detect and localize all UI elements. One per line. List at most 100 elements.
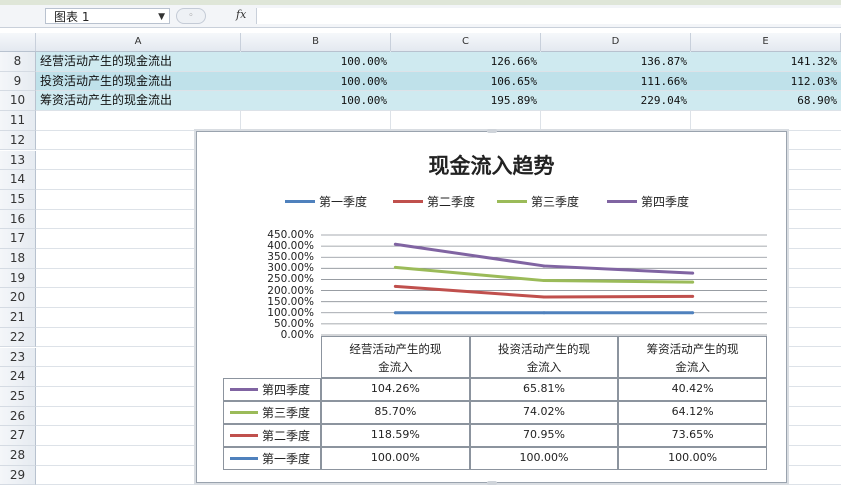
table-row: 筹资活动产生的现金流出 100.00% 195.89% 229.04% 68.90% <box>36 91 841 112</box>
data-point[interactable] <box>393 284 397 288</box>
select-all-corner[interactable] <box>0 33 36 51</box>
cell-value[interactable]: 195.89% <box>391 91 541 110</box>
name-box-value: 图表 1 <box>54 10 90 24</box>
legend-key-swatch <box>230 434 258 437</box>
data-table-value: 70.95% <box>469 424 619 447</box>
cell-value[interactable]: 100.00% <box>241 91 391 110</box>
formula-bar: 图表 1 ▼ ◦ fx <box>0 5 841 28</box>
row-header[interactable]: 16 <box>0 209 36 230</box>
formula-expand-button[interactable]: ◦ <box>176 8 206 24</box>
data-table-value: 64.12% <box>618 401 767 424</box>
cell-value[interactable]: 111.66% <box>541 72 691 91</box>
chart-title[interactable]: 现金流入趋势 <box>197 150 786 180</box>
legend-item[interactable]: 第一季度 <box>285 194 367 209</box>
category-label-line: 金流入 <box>378 360 413 374</box>
row-header[interactable]: 21 <box>0 308 36 328</box>
cell-row-label[interactable]: 投资活动产生的现金流出 <box>40 72 240 91</box>
row-header[interactable]: 10 <box>0 91 36 112</box>
y-tick-label: 250.00% <box>267 273 314 286</box>
column-header-e[interactable]: E <box>691 33 841 51</box>
chart-object[interactable]: 现金流入趋势 第一季度 第二季度 第三季度 第四季度 450.00% 400.00% 35… <box>196 129 787 485</box>
data-point[interactable] <box>542 295 546 299</box>
legend-label: 第二季度 <box>427 194 476 209</box>
row-header[interactable]: 14 <box>0 170 36 190</box>
name-box-dropdown-icon[interactable]: ▼ <box>158 9 165 25</box>
column-header-b[interactable]: B <box>241 33 391 51</box>
table-row: 投资活动产生的现金流出 100.00% 106.65% 111.66% 112.03% <box>36 71 841 92</box>
data-point[interactable] <box>393 242 397 246</box>
legend-item[interactable]: 第三季度 <box>497 194 579 209</box>
chart-resize-handle-bottom[interactable] <box>487 481 497 485</box>
cell-value[interactable]: 100.00% <box>241 52 391 71</box>
data-table-value: 118.59% <box>321 424 470 447</box>
row-header[interactable]: 8 <box>0 52 36 72</box>
y-tick-label: 0.00% <box>280 329 314 341</box>
legend-label: 第四季度 <box>641 194 690 209</box>
data-table-value: 100.00% <box>321 447 470 470</box>
cell-value[interactable]: 68.90% <box>691 91 841 110</box>
column-header-c[interactable]: C <box>391 33 541 51</box>
legend-item[interactable]: 第二季度 <box>393 194 476 209</box>
data-point[interactable] <box>691 294 695 298</box>
data-point[interactable] <box>691 311 695 315</box>
cell-value[interactable]: 100.00% <box>241 72 391 91</box>
series-line-2[interactable] <box>395 284 693 299</box>
row-header[interactable]: 25 <box>0 386 36 407</box>
legend-swatch <box>497 199 527 203</box>
data-table-value: 40.42% <box>618 378 767 401</box>
legend-key-label: 第三季度 <box>262 406 311 420</box>
data-table-value: 65.81% <box>469 378 619 401</box>
y-tick-label: 350.00% <box>267 251 314 264</box>
name-box[interactable]: 图表 1 ▼ <box>45 8 170 24</box>
data-table-legend-key: 第二季度 <box>223 424 321 447</box>
row-header[interactable]: 11 <box>0 111 36 131</box>
category-label-line: 金流入 <box>675 360 710 374</box>
legend-item[interactable]: 第四季度 <box>607 194 690 209</box>
chart-resize-handle-top[interactable] <box>487 129 497 133</box>
cell-value[interactable]: 136.87% <box>541 52 691 71</box>
column-header-a[interactable]: A <box>36 33 241 51</box>
cell-row-label[interactable]: 筹资活动产生的现金流出 <box>40 91 240 110</box>
data-point[interactable] <box>393 265 397 269</box>
data-point[interactable] <box>691 271 695 275</box>
y-tick-label: 100.00% <box>267 306 314 319</box>
column-header-d[interactable]: D <box>541 33 691 51</box>
cell-value[interactable]: 141.32% <box>691 52 841 71</box>
row-header[interactable]: 13 <box>0 150 36 171</box>
row-header[interactable]: 12 <box>0 130 36 151</box>
data-point[interactable] <box>542 311 546 315</box>
row-header[interactable]: 19 <box>0 268 36 289</box>
row-header[interactable]: 24 <box>0 367 36 387</box>
legend-key-swatch <box>230 457 258 460</box>
data-point[interactable] <box>691 280 695 284</box>
cell-value[interactable]: 106.65% <box>391 72 541 91</box>
y-tick-label: 450.00% <box>267 229 314 241</box>
formula-input[interactable] <box>256 8 841 24</box>
row-header[interactable]: 15 <box>0 189 36 210</box>
insert-function-icon[interactable]: fx <box>236 8 246 21</box>
data-point[interactable] <box>393 311 397 315</box>
row-header[interactable]: 17 <box>0 229 36 249</box>
cell-row-label[interactable]: 经营活动产生的现金流出 <box>40 52 240 71</box>
cell-value[interactable]: 126.66% <box>391 52 541 71</box>
row-header[interactable]: 28 <box>0 446 36 466</box>
data-point[interactable] <box>542 279 546 283</box>
cell-value[interactable]: 229.04% <box>541 91 691 110</box>
cell-value[interactable]: 112.03% <box>691 72 841 91</box>
row-header[interactable]: 29 <box>0 465 36 485</box>
row-header[interactable]: 22 <box>0 327 36 348</box>
legend-swatch <box>393 199 423 203</box>
category-label-line: 经营活动产生的现 <box>349 342 442 356</box>
series-line-4[interactable] <box>395 242 693 275</box>
data-table-legend-key: 第三季度 <box>223 401 321 424</box>
row-header[interactable]: 18 <box>0 249 36 269</box>
row-header[interactable]: 27 <box>0 426 36 446</box>
row-header[interactable]: 20 <box>0 288 36 309</box>
row-header[interactable]: 9 <box>0 71 36 92</box>
data-point[interactable] <box>542 264 546 268</box>
row-header[interactable]: 23 <box>0 347 36 368</box>
y-tick-label: 150.00% <box>267 295 314 308</box>
series-line-3[interactable] <box>395 265 693 284</box>
row-header[interactable]: 26 <box>0 406 36 427</box>
legend-swatch <box>285 199 315 203</box>
